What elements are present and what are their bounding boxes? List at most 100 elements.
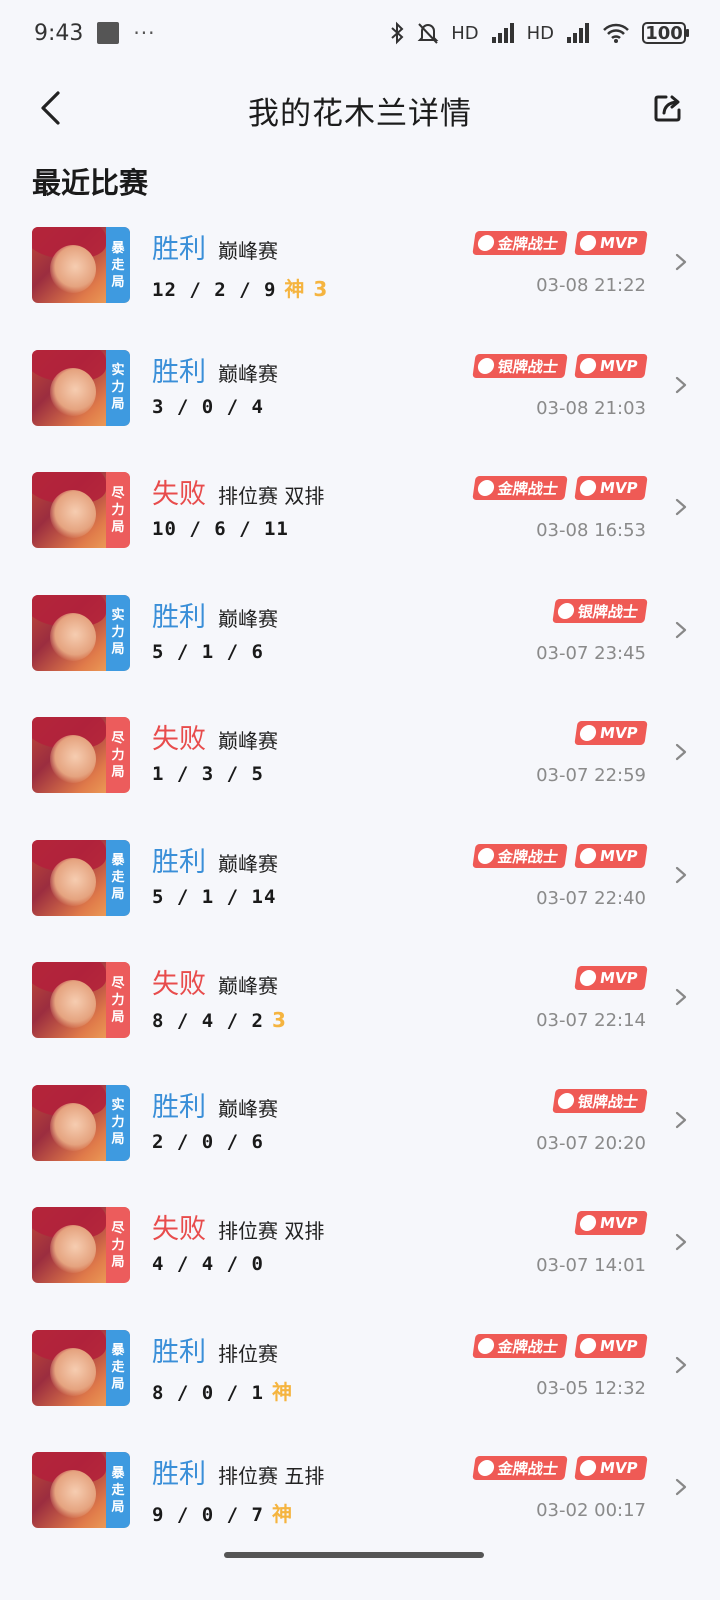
hero-avatar: 暴走局 (32, 1329, 130, 1406)
sword-icon (477, 357, 496, 374)
section-title: 最近比赛 (32, 166, 149, 200)
match-mode-tag: 暴走局 (106, 1329, 130, 1406)
match-result: 胜利 (152, 601, 206, 633)
mvp-badge: MVP (574, 353, 648, 378)
chevron-right-icon (675, 1356, 687, 1373)
match-row[interactable]: 实力局胜利 巅峰赛 5 / 1 / 6 银牌战士 03-07 23:45 (0, 587, 720, 710)
kda-value: 10 / 6 / 11 (152, 518, 289, 540)
match-mode: 巅峰赛 (218, 851, 278, 876)
honor-badges: 银牌战士 MVP (472, 353, 648, 378)
badge-label: MVP (599, 1336, 640, 1355)
match-date: 03-08 21:03 (536, 397, 646, 419)
match-mode: 排位赛 五排 (218, 1464, 325, 1488)
mode-tag-char: 实 (111, 363, 125, 378)
mode-tag-char: 力 (111, 502, 125, 518)
match-date: 03-07 22:40 (536, 887, 646, 909)
back-button[interactable] (28, 86, 72, 130)
badge-label: MVP (599, 969, 640, 987)
mode-tag-char: 力 (111, 625, 125, 640)
hero-avatar: 尽力局 (32, 717, 130, 793)
match-row[interactable]: 实力局胜利 巅峰赛 2 / 0 / 6 银牌战士 03-07 20:20 (0, 1077, 720, 1200)
bluetooth-icon (391, 21, 404, 45)
match-result: 胜利 (152, 234, 206, 265)
honor-badges: 银牌战士 (552, 1088, 648, 1113)
badge-label: MVP (599, 479, 640, 497)
warrior-badge: 银牌战士 (472, 353, 569, 378)
match-row[interactable]: 暴走局胜利 排位赛 五排 9 / 0 / 7 神金牌战士 MVP 03-02 00:17 (0, 1444, 720, 1567)
match-kda: 4 / 4 / 0 (152, 1253, 264, 1275)
share-button[interactable] (646, 86, 690, 130)
mode-tag-char: 尽 (111, 730, 125, 746)
honor-badges: 金牌战士 MVP (472, 476, 648, 500)
match-kda: 2 / 0 / 6 (152, 1131, 264, 1153)
match-date: 03-05 12:32 (536, 1377, 646, 1399)
kda-value: 8 / 0 / 1 (152, 1381, 264, 1404)
match-list: 暴走局胜利 巅峰赛 12 / 2 / 9神 3 金牌战士 MVP 03-08 21:22 实… (0, 219, 720, 1567)
sword-icon (477, 1460, 496, 1476)
match-mode: 巅峰赛 (218, 361, 278, 386)
match-result: 胜利 (152, 1459, 206, 1490)
kda-value: 5 / 1 / 6 (152, 640, 264, 663)
match-row[interactable]: 尽力局失败 巅峰赛 1 / 3 / 5 MVP 03-07 22:59 (0, 709, 720, 832)
match-row[interactable]: 实力局胜利 巅峰赛 3 / 0 / 4 银牌战士 MVP 03-08 21:03 (0, 342, 720, 465)
badge-label: MVP (599, 1214, 640, 1232)
match-mode-tag: 暴走局 (106, 1452, 130, 1528)
badge-label: 金牌战士 (497, 847, 560, 865)
trophy-icon (579, 725, 598, 741)
sword-icon (477, 480, 496, 496)
kda-value: 8 / 4 / 2 (152, 1010, 264, 1032)
match-row[interactable]: 暴走局胜利 巅峰赛 5 / 1 / 14 金牌战士 MVP 03-07 22:40 (0, 832, 720, 955)
chevron-right-icon (675, 621, 687, 638)
match-mode: 巅峰赛 (218, 974, 278, 998)
header: 我的花木兰详情 (0, 72, 720, 148)
match-mode: 排位赛 双排 (218, 484, 325, 508)
badge-label: MVP (599, 846, 640, 865)
performance-badge: 神 (271, 1379, 293, 1404)
kda-value: 5 / 1 / 14 (152, 885, 277, 908)
sword-icon (477, 1337, 496, 1354)
chevron-right-icon (675, 988, 687, 1006)
mode-tag-char: 尽 (111, 975, 125, 991)
warrior-badge: 银牌战士 (552, 1088, 648, 1113)
honor-badges: MVP (574, 1211, 648, 1235)
mode-tag-char: 局 (111, 642, 125, 657)
chevron-right-icon (675, 1111, 687, 1128)
trophy-icon (579, 357, 598, 374)
battery-icon: 100 (642, 22, 689, 44)
performance-badge: 神 3 (284, 277, 329, 301)
hd-label-2: HD (526, 22, 554, 44)
match-mode-tag: 暴走局 (106, 839, 130, 916)
chevron-right-icon (675, 253, 687, 271)
match-kda: 8 / 0 / 1 神 (152, 1376, 293, 1405)
home-indicator[interactable] (224, 1552, 484, 1558)
match-row[interactable]: 尽力局失败 排位赛 双排 10 / 6 / 11 金牌战士 MVP 03-08 16:53 (0, 464, 720, 587)
match-row[interactable]: 尽力局失败 巅峰赛 8 / 4 / 2 3 MVP 03-07 22:14 (0, 954, 720, 1077)
match-kda: 10 / 6 / 11 (152, 518, 289, 540)
match-mode-tag: 实力局 (106, 594, 130, 671)
hero-avatar: 实力局 (32, 594, 130, 671)
mode-tag-char: 暴 (111, 1343, 125, 1358)
match-row[interactable]: 尽力局失败 排位赛 双排 4 / 4 / 0 MVP 03-07 14:01 (0, 1199, 720, 1322)
share-icon (654, 95, 681, 122)
mvp-badge: MVP (574, 721, 648, 745)
match-result: 失败 (152, 479, 206, 510)
trophy-icon (579, 235, 598, 251)
sword-icon (556, 1092, 576, 1109)
status-left: 9:43 ··· (34, 21, 155, 46)
match-mode-tag: 尽力局 (106, 472, 130, 548)
warrior-badge: 金牌战士 (472, 1333, 569, 1358)
match-mode: 巅峰赛 (218, 606, 278, 631)
match-row[interactable]: 暴走局胜利 排位赛 8 / 0 / 1 神金牌战士 MVP 03-05 12:32 (0, 1322, 720, 1445)
wifi-icon (603, 23, 629, 43)
match-mode-tag: 尽力局 (106, 962, 130, 1038)
match-kda: 8 / 4 / 2 3 (152, 1008, 287, 1032)
mode-tag-char: 暴 (111, 853, 125, 868)
match-result: 失败 (152, 1214, 206, 1245)
mode-tag-char: 尽 (111, 1220, 125, 1236)
match-result: 失败 (152, 969, 206, 1000)
mode-tag-char: 局 (111, 1254, 125, 1270)
mvp-badge: MVP (574, 843, 648, 868)
match-kda: 5 / 1 / 6 (152, 641, 264, 663)
page-title: 我的花木兰详情 (248, 95, 472, 132)
match-row[interactable]: 暴走局胜利 巅峰赛 12 / 2 / 9神 3 金牌战士 MVP 03-08 21:22 (0, 219, 720, 342)
